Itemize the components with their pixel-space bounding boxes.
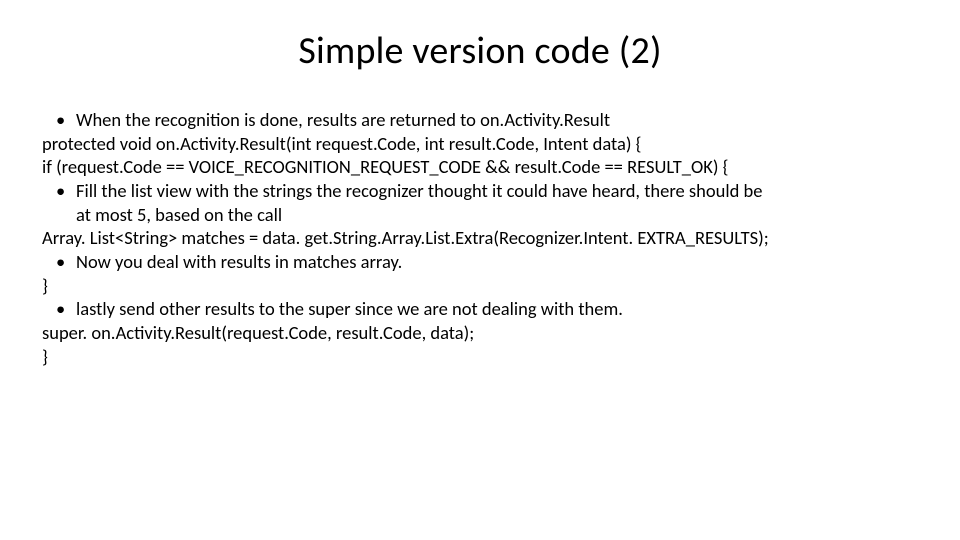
body-line: Fill the list view with the strings the … [40,179,920,203]
body-line: super. on.Activity.Result(request.Code, … [40,321,920,345]
body-line: When the recognition is done, results ar… [40,108,920,132]
body-line: Now you deal with results in matches arr… [40,250,920,274]
body-line: lastly send other results to the super s… [40,297,920,321]
body-line: Array. List<String> matches = data. get.… [40,226,920,250]
slide: Simple version code (2) When the recogni… [0,0,960,540]
body-line: } [40,345,920,369]
body-line: at most 5, based on the call [40,203,920,227]
slide-body: When the recognition is done, results ar… [40,108,920,368]
body-line: protected void on.Activity.Result(int re… [40,132,920,156]
slide-title: Simple version code (2) [40,28,920,74]
body-line: } [40,274,920,298]
body-line: if (request.Code == VOICE_RECOGNITION_RE… [40,155,920,179]
